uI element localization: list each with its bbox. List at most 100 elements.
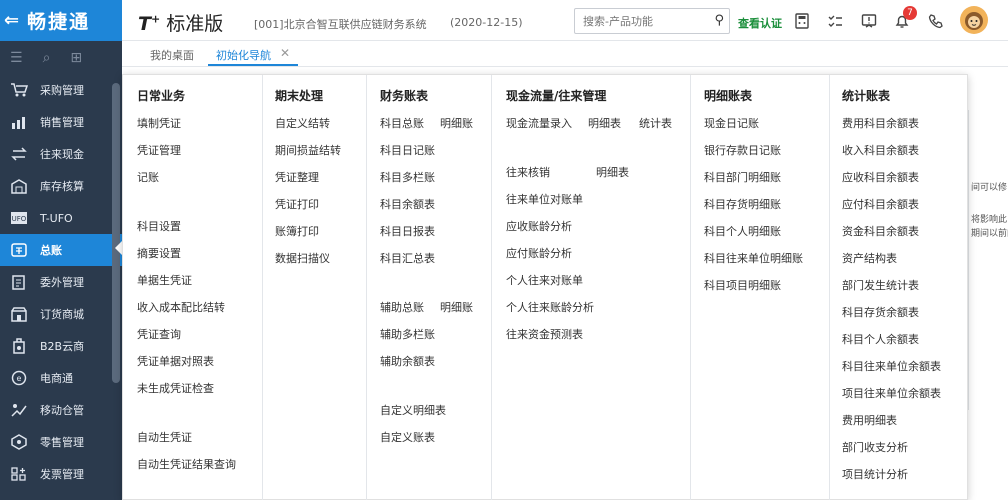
menu-item[interactable]: 科目存货余额表 — [842, 304, 919, 320]
sidebar-item-outsource[interactable]: 委外管理 — [0, 266, 122, 298]
menu-item[interactable]: 记账 — [137, 169, 159, 185]
menu-item[interactable]: 部门发生统计表 — [842, 277, 919, 293]
menu-item[interactable]: 统计表 — [639, 115, 672, 131]
menu-item[interactable]: 往来资金预测表 — [506, 326, 583, 342]
sidebar-scrollbar[interactable] — [112, 83, 120, 383]
menu-item[interactable]: 账簿打印 — [275, 223, 319, 239]
search-input[interactable] — [575, 9, 705, 33]
menu-item[interactable]: 个人往来对账单 — [506, 272, 583, 288]
menu-item[interactable]: 凭证查询 — [137, 326, 181, 342]
sidebar-item-purchase[interactable]: 采购管理 — [0, 74, 122, 106]
menu-item[interactable]: 费用科目余额表 — [842, 115, 919, 131]
search-icon[interactable]: ⚲ — [714, 13, 724, 28]
menu-item[interactable]: 自动生凭证结果查询 — [137, 456, 236, 472]
menu-item[interactable]: 资产结构表 — [842, 250, 897, 266]
menu-item[interactable]: 凭证管理 — [137, 142, 181, 158]
sidebar-item-retail[interactable]: 零售管理 — [0, 426, 122, 458]
menu-item[interactable]: 辅助多栏账 — [380, 326, 435, 342]
menu-item[interactable]: 应付科目余额表 — [842, 196, 919, 212]
tab-desktop[interactable]: 我的桌面 — [150, 47, 194, 63]
menu-column-cashflow: 现金流量/往来管理 现金流量录入 明细表 统计表 往来核销 明细表 往来单位对账… — [492, 75, 691, 500]
store-icon — [8, 305, 30, 323]
menu-item[interactable]: 辅助总账 — [380, 299, 424, 315]
phone-icon[interactable] — [926, 11, 946, 31]
search-box[interactable]: ⚲ — [574, 8, 730, 34]
menu-item[interactable]: 数据扫描仪 — [275, 250, 330, 266]
calculator-icon[interactable] — [792, 11, 812, 31]
sidebar-item-mobile-warehouse[interactable]: 移动仓管 — [0, 394, 122, 426]
menu-item[interactable]: 往来核销 — [506, 164, 550, 180]
menu-item[interactable]: 填制凭证 — [137, 115, 181, 131]
menu-item[interactable]: 项目统计分析 — [842, 466, 908, 482]
menu-item[interactable]: 科目余额表 — [380, 196, 435, 212]
menu-item[interactable]: 科目存货明细账 — [704, 196, 781, 212]
sidebar-item-inventory[interactable]: 库存核算 — [0, 170, 122, 202]
menu-item[interactable]: 应收科目余额表 — [842, 169, 919, 185]
menu-item[interactable]: 科目往来单位明细账 — [704, 250, 803, 266]
menu-item[interactable]: 收入科目余额表 — [842, 142, 919, 158]
menu-item[interactable]: 科目个人余额表 — [842, 331, 919, 347]
menu-item[interactable]: 自动生凭证 — [137, 429, 192, 445]
search-module-icon[interactable]: ⌕ — [43, 50, 51, 66]
menu-item[interactable]: 未生成凭证检查 — [137, 380, 214, 396]
menu-item[interactable]: 明细表 — [588, 115, 621, 131]
menu-item[interactable]: 部门收支分析 — [842, 439, 908, 455]
menu-item[interactable]: 自定义账表 — [380, 429, 435, 445]
menu-item[interactable]: 自定义明细表 — [380, 402, 446, 418]
menu-item[interactable]: 科目多栏账 — [380, 169, 435, 185]
menu-item[interactable]: 科目日报表 — [380, 223, 435, 239]
menu-item[interactable]: 收入成本配比结转 — [137, 299, 225, 315]
sidebar-item-ecommerce[interactable]: e 电商通 — [0, 362, 122, 394]
task-list-icon[interactable] — [825, 11, 845, 31]
menu-item[interactable]: 凭证单据对照表 — [137, 353, 214, 369]
menu-item[interactable]: 辅助余额表 — [380, 353, 435, 369]
menu-item[interactable]: 单据生凭证 — [137, 272, 192, 288]
menu-item[interactable]: 应付账龄分析 — [506, 245, 572, 261]
warehouse-icon — [8, 177, 30, 195]
sidebar-item-tufo[interactable]: UFO T-UFO — [0, 202, 122, 234]
menu-item[interactable]: 应收账龄分析 — [506, 218, 572, 234]
menu-item[interactable]: 科目个人明细账 — [704, 223, 781, 239]
menu-icon[interactable]: ☰ — [10, 50, 23, 66]
menu-item[interactable]: 科目设置 — [137, 218, 181, 234]
menu-item[interactable]: 科目汇总表 — [380, 250, 435, 266]
menu-item[interactable]: 现金日记账 — [704, 115, 759, 131]
menu-item[interactable]: 费用明细表 — [842, 412, 897, 428]
menu-item[interactable]: 明细表 — [596, 164, 629, 180]
sidebar-item-invoice[interactable]: 发票管理 — [0, 458, 122, 490]
sidebar-item-b2b[interactable]: B2B云商 — [0, 330, 122, 362]
menu-item[interactable]: 资金科目余额表 — [842, 223, 919, 239]
menu-item[interactable]: 凭证打印 — [275, 196, 319, 212]
verify-link[interactable]: 查看认证 — [738, 15, 782, 31]
menu-item[interactable]: 科目项目明细账 — [704, 277, 781, 293]
menu-item[interactable]: 凭证整理 — [275, 169, 319, 185]
message-icon[interactable] — [859, 11, 879, 31]
sidebar-item-cash[interactable]: 往来现金 — [0, 138, 122, 170]
menu-item[interactable]: 科目日记账 — [380, 142, 435, 158]
add-module-icon[interactable]: ⊞ — [70, 50, 82, 66]
menu-item[interactable]: 摘要设置 — [137, 245, 181, 261]
menu-item[interactable]: 明细账 — [440, 115, 473, 131]
menu-item[interactable]: 科目部门明细账 — [704, 169, 781, 185]
menu-item[interactable]: 个人往来账龄分析 — [506, 299, 594, 315]
active-tab-indicator — [208, 64, 298, 66]
sidebar-item-ledger[interactable]: 总账 — [0, 234, 122, 266]
sidebar-item-sales[interactable]: 销售管理 — [0, 106, 122, 138]
menu-item[interactable]: 项目往来单位余额表 — [842, 385, 941, 401]
menu-item[interactable]: 现金流量录入 — [506, 115, 572, 131]
menu-item[interactable]: 明细账 — [440, 299, 473, 315]
tab-init-nav[interactable]: 初始化导航 — [216, 47, 271, 63]
brand-logo[interactable]: ⇐ 畅捷通 — [0, 0, 122, 41]
back-arrow-icon[interactable]: ⇐ — [4, 10, 21, 31]
menu-item[interactable]: 自定义结转 — [275, 115, 330, 131]
menu-item[interactable]: 科目总账 — [380, 115, 424, 131]
user-avatar[interactable] — [960, 6, 988, 34]
menu-column-statistics: 统计账表 费用科目余额表 收入科目余额表 应收科目余额表 应付科目余额表 资金科… — [830, 75, 969, 500]
menu-item[interactable]: 科目往来单位余额表 — [842, 358, 941, 374]
menu-item[interactable]: 期间损益结转 — [275, 142, 341, 158]
menu-item[interactable]: 往来单位对账单 — [506, 191, 583, 207]
menu-column-financial: 财务账表 科目总账 明细账 科目日记账 科目多栏账 科目余额表 科目日报表 科目… — [367, 75, 492, 500]
close-tab-icon[interactable]: ✕ — [280, 46, 290, 60]
menu-item[interactable]: 银行存款日记账 — [704, 142, 781, 158]
sidebar-item-store[interactable]: 订货商城 — [0, 298, 122, 330]
